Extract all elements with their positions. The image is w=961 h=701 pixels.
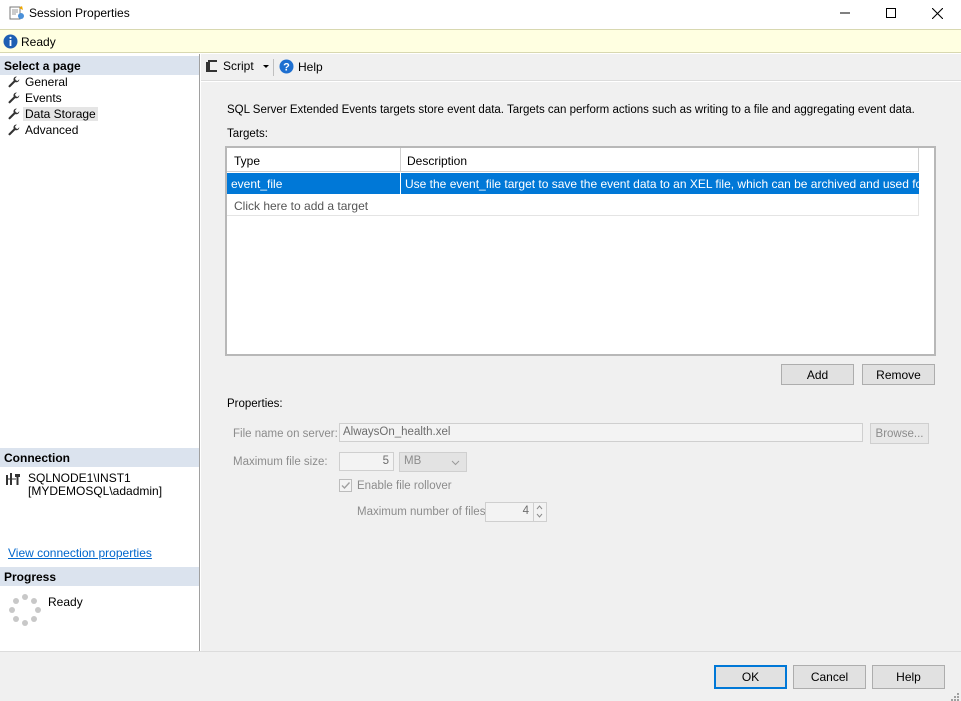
page-item-label: Advanced [25,123,79,137]
max-file-size-unit-select[interactable]: MB [399,452,467,472]
ok-button[interactable]: OK [714,665,787,689]
progress-header: Progress [0,567,199,586]
window-title: Session Properties [29,6,130,20]
resize-grip-icon[interactable] [949,691,959,701]
targets-grid[interactable]: Type Description event_file Use the even… [225,146,936,356]
column-header-description[interactable]: Description [401,148,919,172]
table-row[interactable]: event_file Use the event_file target to … [227,173,919,194]
browse-button[interactable]: Browse... [870,423,929,444]
file-name-input[interactable]: AlwaysOn_health.xel [339,423,863,442]
script-icon [206,60,217,72]
status-bar: Ready [0,29,961,53]
connection-server: SQLNODE1\INST1 [28,471,131,485]
status-text: Ready [21,35,56,49]
targets-label: Targets: [227,128,268,140]
script-button[interactable]: Script [205,59,254,73]
progress-spinner-icon [9,594,41,626]
connection-user: [MYDEMOSQL\adadmin] [28,484,163,498]
help-button[interactable]: Help [872,665,945,689]
connection-icon [6,473,20,485]
page-item-general[interactable]: General [8,74,68,90]
page-item-label: Data Storage [23,107,98,121]
title-bar: Session Properties [0,0,961,26]
add-button[interactable]: Add [781,364,854,385]
remove-button[interactable]: Remove [862,364,935,385]
page-item-advanced[interactable]: Advanced [8,122,78,138]
dialog-footer: OK Cancel Help [0,651,961,701]
file-name-label: File name on server: [233,428,338,440]
stepper-buttons[interactable] [533,503,546,521]
minimize-button[interactable] [822,0,868,26]
max-files-value: 4 [522,505,529,517]
chevron-down-icon [451,460,460,466]
add-target-row[interactable]: Click here to add a target [227,194,919,216]
toolbar: Script ? Help [201,54,961,81]
script-label: Script [223,59,254,73]
chevron-down-icon[interactable] [534,512,545,520]
wrench-icon [8,76,20,88]
progress-status: Ready [48,595,83,609]
help-icon: ? [279,59,294,74]
max-file-size-input[interactable]: 5 [339,452,394,471]
info-icon [3,34,18,49]
chevron-up-icon[interactable] [534,503,545,511]
column-header-type[interactable]: Type [227,148,401,172]
cell-description[interactable]: Use the event_file target to save the ev… [401,173,919,194]
max-file-size-label: Maximum file size: [233,456,328,468]
cancel-button[interactable]: Cancel [793,665,866,689]
minimize-icon [840,12,850,14]
left-pane: Select a page General Events Data Storag… [0,54,200,651]
select-page-header: Select a page [0,56,199,75]
svg-text:?: ? [283,62,290,74]
page-item-data-storage[interactable]: Data Storage [8,106,98,122]
max-files-label: Maximum number of files: [357,506,489,518]
page-item-label: General [25,75,68,89]
close-button[interactable] [914,0,960,26]
page-description: SQL Server Extended Events targets store… [227,104,915,116]
close-icon [931,7,943,19]
checkmark-icon [341,482,351,490]
grid-header: Type Description [227,148,919,172]
session-properties-icon [9,6,24,20]
wrench-icon [8,124,20,136]
data-storage-page: SQL Server Extended Events targets store… [201,82,961,651]
properties-label: Properties: [227,398,283,410]
maximize-icon [886,8,896,18]
help-toolbar-button[interactable]: ? Help [279,59,323,74]
maximize-button[interactable] [868,0,914,26]
cell-type[interactable]: event_file [227,173,401,194]
enable-rollover-checkbox[interactable] [339,479,352,492]
page-item-events[interactable]: Events [8,90,62,106]
unit-value: MB [404,455,422,467]
toolbar-separator [273,59,274,76]
wrench-icon [8,108,20,120]
script-dropdown-icon[interactable] [263,65,269,68]
wrench-icon [8,92,20,104]
enable-rollover-label: Enable file rollover [357,480,452,492]
help-label: Help [298,59,323,74]
page-item-label: Events [25,91,62,105]
connection-header: Connection [0,448,199,467]
max-files-stepper[interactable]: 4 [485,502,547,522]
view-connection-properties-link[interactable]: View connection properties [8,546,152,560]
